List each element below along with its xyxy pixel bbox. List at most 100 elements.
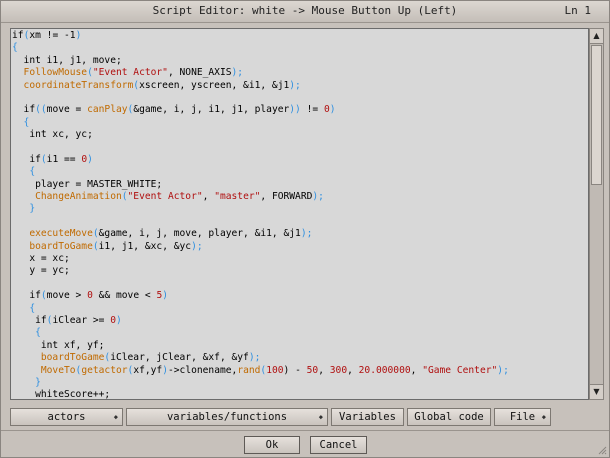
variables-button[interactable]: Variables <box>331 408 404 426</box>
code-token: FollowMouse <box>12 67 88 79</box>
code-token: ->clonename, <box>168 364 238 376</box>
actors-dropdown-label: actors <box>47 411 86 423</box>
script-editor-window: Script Editor: white -> Mouse Button Up … <box>0 0 610 458</box>
code-token: ); <box>231 67 244 79</box>
code-line: int i1, j1, move; <box>12 55 509 67</box>
code-line: if((move = canPlay(&game, i, j, i1, j1, … <box>12 104 509 116</box>
code-line: executeMove(&game, i, j, move, player, &… <box>12 228 509 240</box>
code-token: move > <box>46 290 88 302</box>
vertical-scrollbar[interactable]: ▲ ▼ <box>589 28 604 400</box>
code-token: { <box>12 327 41 339</box>
actors-dropdown[interactable]: actors ◆ <box>10 408 123 426</box>
code-line: if(xm != -1) <box>12 30 509 42</box>
dropdown-arrow-icon: ◆ <box>318 413 323 421</box>
ok-button[interactable]: Ok <box>244 436 300 454</box>
code-token: ) <box>87 153 93 165</box>
code-token: executeMove <box>12 228 93 240</box>
code-line: int xf, yf; <box>12 340 509 352</box>
code-line: player = MASTER_WHITE; <box>12 179 509 191</box>
code-token: if <box>12 290 41 302</box>
code-token: &game, i, j, i1, j1, player <box>133 104 290 116</box>
code-token: 20.000000 <box>358 364 411 376</box>
code-token: && move < <box>92 290 157 302</box>
code-token: , <box>410 364 423 376</box>
code-token: "master" <box>214 191 261 203</box>
code-token: y = yc; <box>12 265 70 277</box>
code-token: xm != -1 <box>29 30 76 41</box>
code-token: &game, i, j, move, player, &i1, &j1 <box>98 228 301 240</box>
code-line: { <box>12 42 509 54</box>
scroll-down-icon[interactable]: ▼ <box>590 384 603 399</box>
variables-functions-dropdown[interactable]: variables/functions ◆ <box>126 408 328 426</box>
code-token: , <box>347 364 359 376</box>
code-token: xscreen, yscreen, &i1, &j1 <box>139 79 290 91</box>
code-line: } <box>12 203 509 215</box>
code-line: MoveTo(getactor(xf,yf)->clonename,rand(1… <box>12 365 509 377</box>
cancel-button[interactable]: Cancel <box>310 436 367 454</box>
code-line: coordinateTransform(xscreen, yscreen, &i… <box>12 80 509 92</box>
code-line: ChangeAnimation("Event Actor", "master",… <box>12 191 509 203</box>
code-token: , NONE_AXIS <box>167 67 232 79</box>
code-token: int xf, yf; <box>12 339 105 351</box>
title-bar[interactable]: Script Editor: white -> Mouse Button Up … <box>1 1 609 23</box>
code-text[interactable]: if(xm != -1){ int i1, j1, move; FollowMo… <box>12 30 509 400</box>
code-token: { <box>12 302 36 314</box>
dropdown-arrow-icon: ◆ <box>541 413 546 421</box>
code-token: ); <box>289 79 301 91</box>
code-token: , FORWARD <box>260 191 313 203</box>
scroll-up-icon[interactable]: ▲ <box>590 29 603 44</box>
code-token: ); <box>300 228 313 240</box>
line-indicator: Ln 1 <box>564 4 592 17</box>
code-token: } <box>12 203 36 215</box>
code-token: rand <box>237 364 261 376</box>
code-token: ) <box>329 104 336 116</box>
file-dropdown[interactable]: File ◆ <box>494 408 551 426</box>
code-token: 300 <box>329 364 348 376</box>
code-token: { <box>12 166 36 178</box>
scroll-thumb[interactable] <box>591 45 602 185</box>
code-token: getactor <box>81 364 128 376</box>
code-line: boardToGame(iClear, jClear, &xf, &yf); <box>12 352 509 364</box>
code-line: { <box>12 327 509 339</box>
code-token: ) <box>162 290 168 302</box>
code-token: boardToGame <box>12 352 105 364</box>
code-line: if(iClear >= 0) <box>12 315 509 327</box>
code-token: if <box>12 153 41 165</box>
code-line: int xc, yc; <box>12 129 509 141</box>
code-line: FollowMouse("Event Actor", NONE_AXIS); <box>12 67 509 79</box>
code-token: canPlay <box>87 104 128 116</box>
code-token: x = xc; <box>12 253 70 265</box>
dropdown-arrow-icon: ◆ <box>113 413 118 421</box>
window-title: Script Editor: white -> Mouse Button Up … <box>152 4 458 17</box>
code-token: (( <box>35 104 47 116</box>
code-token: ) <box>115 314 122 326</box>
code-token: ) - <box>283 364 307 376</box>
code-token: int xc, yc; <box>12 129 93 141</box>
code-token: )) <box>289 104 301 116</box>
global-code-button[interactable]: Global code <box>407 408 491 426</box>
code-token: if <box>12 314 47 326</box>
code-token: ChangeAnimation <box>12 191 122 203</box>
code-token: if <box>12 30 24 41</box>
resize-grip-icon[interactable] <box>597 445 607 455</box>
code-token: whiteScore++; <box>12 389 111 400</box>
code-line: { <box>12 303 509 315</box>
code-token: ); <box>248 352 261 364</box>
code-editor[interactable]: if(xm != -1){ int i1, j1, move; FollowMo… <box>10 28 589 400</box>
code-token: i1, j1, &xc, &yc <box>98 240 192 252</box>
code-line: boardToGame(i1, j1, &xc, &yc); <box>12 241 509 253</box>
code-token: ); <box>312 191 324 203</box>
code-token: boardToGame <box>12 240 93 252</box>
code-token: 50 <box>306 364 319 376</box>
code-token: != <box>300 104 324 116</box>
variables-functions-label: variables/functions <box>166 411 288 423</box>
code-token: { <box>12 116 30 128</box>
code-token: { <box>12 42 18 54</box>
code-token: "Game Center" <box>422 364 498 376</box>
code-token: coordinateTransform <box>12 79 134 91</box>
code-token: player = MASTER_WHITE; <box>12 178 163 190</box>
code-token: } <box>12 376 41 388</box>
